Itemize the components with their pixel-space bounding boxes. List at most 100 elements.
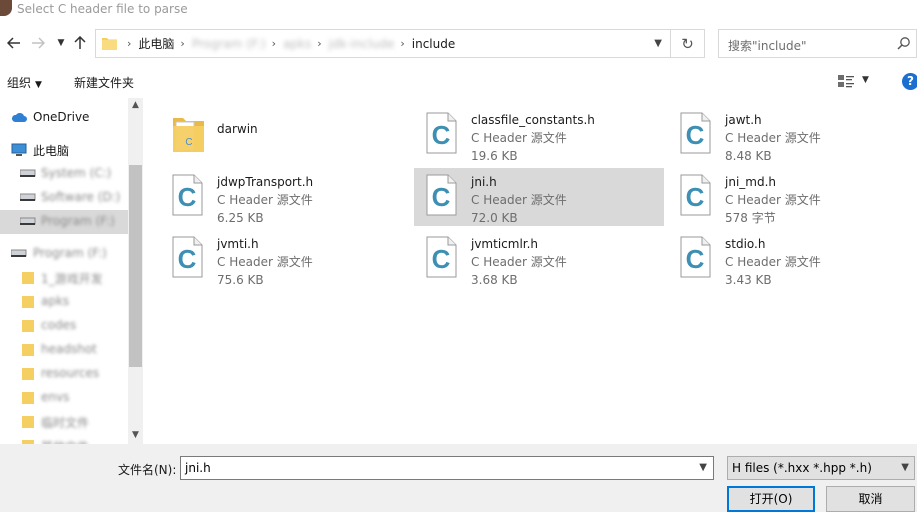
file-type-select[interactable]: H files (*.hxx *.hpp *.h) ▼ xyxy=(727,456,915,480)
c-header-file-icon: C xyxy=(172,174,203,216)
nav-item[interactable]: headshot xyxy=(0,338,128,362)
search-input[interactable]: 搜索"include" xyxy=(718,29,917,58)
folder-icon xyxy=(21,295,37,309)
nav-item[interactable]: 临时文件 xyxy=(0,410,128,434)
svg-text:C: C xyxy=(432,182,451,212)
nav-item[interactable]: 此电脑 xyxy=(0,138,128,162)
file-name: darwin xyxy=(217,122,258,136)
nav-item-label: Software (D:) xyxy=(41,190,121,204)
nav-item[interactable]: resources xyxy=(0,362,128,386)
file-item[interactable]: CjdwpTransport.h C Header 源文件 6.25 KB xyxy=(160,168,410,226)
address-history-chevron-icon[interactable]: ▼ xyxy=(654,38,662,49)
filename-input[interactable]: jni.h ▼ xyxy=(180,456,714,480)
svg-text:C: C xyxy=(686,182,705,212)
forward-arrow-icon[interactable] xyxy=(27,32,49,54)
computer-icon xyxy=(11,143,27,157)
nav-item-label: headshot xyxy=(41,342,97,356)
help-icon[interactable]: ? xyxy=(902,73,917,90)
open-button[interactable]: 打开(O) xyxy=(727,486,815,512)
address-bar[interactable]: › 此电脑 › Program (F:) › apks › jdk-include › inclu… xyxy=(95,29,671,58)
file-item[interactable]: Cjvmticmlr.h C Header 源文件 3.68 KB xyxy=(414,230,664,288)
nav-item[interactable]: envs xyxy=(0,386,128,410)
file-type: C Header 源文件 xyxy=(725,255,821,269)
nav-item-label: codes xyxy=(41,318,77,332)
c-header-file-icon: C xyxy=(680,174,711,216)
nav-item[interactable]: Program (F:) xyxy=(0,210,128,234)
drive-icon xyxy=(10,247,27,261)
breadcrumb-item[interactable]: jdk-include xyxy=(329,37,395,51)
back-arrow-icon[interactable] xyxy=(3,32,25,54)
c-header-file-icon: C xyxy=(172,236,203,278)
search-icon[interactable] xyxy=(897,36,911,50)
file-type: C Header 源文件 xyxy=(725,131,821,145)
cloud-icon xyxy=(11,111,27,125)
folder-icon xyxy=(21,391,37,405)
file-item[interactable]: Cjvmti.h C Header 源文件 75.6 KB xyxy=(160,230,410,288)
nav-item-label: 此电脑 xyxy=(33,144,70,158)
svg-text:C: C xyxy=(686,244,705,274)
folder-icon xyxy=(21,271,37,285)
new-folder-button[interactable]: 新建文件夹 xyxy=(74,74,134,91)
refresh-button[interactable]: ↻ xyxy=(671,29,705,58)
breadcrumb-separator-icon[interactable]: › xyxy=(180,37,184,50)
nav-item[interactable]: Software (D:) xyxy=(0,186,128,210)
c-header-file-icon: C xyxy=(680,236,711,278)
scroll-down-icon[interactable]: ▼ xyxy=(128,430,143,444)
scroll-up-icon[interactable]: ▲ xyxy=(128,100,143,114)
nav-scrollbar-thumb[interactable] xyxy=(129,165,142,367)
breadcrumb-separator-icon[interactable]: › xyxy=(127,37,131,50)
breadcrumb-separator-icon[interactable]: › xyxy=(317,37,321,50)
file-item[interactable]: Cdarwin xyxy=(160,106,410,164)
c-header-file-icon: C xyxy=(426,236,457,278)
nav-item[interactable]: apks xyxy=(0,290,128,314)
breadcrumb-item[interactable]: include xyxy=(412,37,455,51)
window-title: Select C header file to parse xyxy=(17,2,188,16)
file-item[interactable]: Cjni_md.h C Header 源文件 578 字节 xyxy=(668,168,917,226)
command-bar: 组织 ▼ 新建文件夹 ▼ ? xyxy=(0,68,917,96)
nav-item[interactable]: System (C:) xyxy=(0,162,128,186)
svg-text:C: C xyxy=(432,244,451,274)
drive-icon xyxy=(19,215,36,229)
view-options-chevron-icon[interactable]: ▼ xyxy=(862,75,869,85)
file-type: C Header 源文件 xyxy=(217,255,313,269)
up-arrow-icon[interactable] xyxy=(69,32,91,54)
organize-menu-button[interactable]: 组织 ▼ xyxy=(7,74,42,91)
view-options-icon[interactable] xyxy=(838,74,854,88)
drive-icon xyxy=(19,191,36,205)
file-name: stdio.h xyxy=(725,237,766,251)
nav-item[interactable]: 其他文件 xyxy=(0,434,128,444)
nav-item-label: 临时文件 xyxy=(41,416,90,430)
nav-item[interactable]: Program (F:) xyxy=(0,242,128,266)
file-size: 578 字节 xyxy=(725,211,776,225)
cancel-button[interactable]: 取消 xyxy=(826,486,915,512)
nav-item[interactable]: 1_游戏开发 xyxy=(0,266,128,290)
file-name: jni_md.h xyxy=(725,175,776,189)
file-item[interactable]: Cjawt.h C Header 源文件 8.48 KB xyxy=(668,106,917,164)
nav-item-label: apks xyxy=(41,294,70,308)
file-item[interactable]: Cjni.h C Header 源文件 72.0 KB xyxy=(414,168,664,226)
breadcrumb-item[interactable]: apks xyxy=(283,37,311,51)
folder-icon: C xyxy=(172,112,204,154)
nav-item[interactable]: codes xyxy=(0,314,128,338)
filename-history-chevron-icon[interactable]: ▼ xyxy=(699,462,707,473)
nav-item-label: Program (F:) xyxy=(33,246,107,260)
file-type: C Header 源文件 xyxy=(471,255,567,269)
file-type-value: H files (*.hxx *.hpp *.h) xyxy=(732,461,872,475)
folder-icon xyxy=(21,367,37,381)
nav-item-label: envs xyxy=(41,390,70,404)
folder-icon xyxy=(21,319,37,333)
nav-item[interactable]: OneDrive xyxy=(0,106,128,130)
breadcrumb-item[interactable]: Program (F:) xyxy=(192,37,266,51)
nav-item-label: resources xyxy=(41,366,100,380)
svg-text:C: C xyxy=(432,120,451,150)
c-header-file-icon: C xyxy=(426,112,457,154)
breadcrumb-separator-icon[interactable]: › xyxy=(272,37,276,50)
file-item[interactable]: Cclassfile_constants.h C Header 源文件 19.6 K… xyxy=(414,106,664,164)
svg-text:C: C xyxy=(178,244,197,274)
nav-item-label: System (C:) xyxy=(41,166,112,180)
app-avatar-icon xyxy=(0,0,12,16)
breadcrumb-item[interactable]: 此电脑 xyxy=(138,35,174,52)
chevron-down-icon: ▼ xyxy=(35,80,42,90)
file-item[interactable]: Cstdio.h C Header 源文件 3.43 KB xyxy=(668,230,917,288)
breadcrumb-separator-icon[interactable]: › xyxy=(400,37,404,50)
